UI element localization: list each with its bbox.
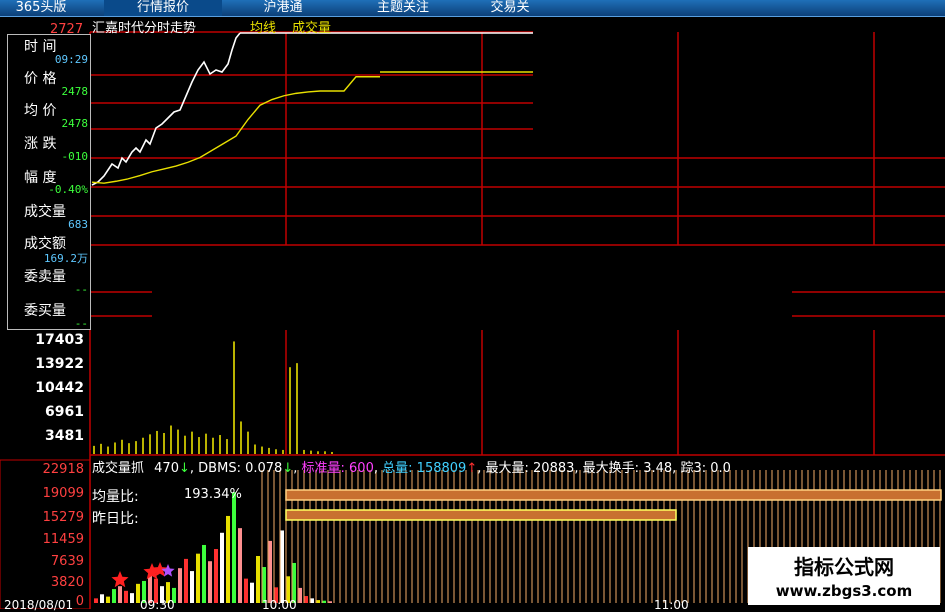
indicator-bar bbox=[208, 561, 212, 603]
volume-tick: 10442 bbox=[35, 380, 84, 396]
max-volume-label: 最大量: bbox=[485, 461, 529, 476]
indicator-tick: 11459 bbox=[42, 532, 84, 547]
yesterday-ratio-label: 昨日比: bbox=[92, 511, 139, 527]
indicator-bar bbox=[232, 492, 236, 603]
avg-ratio-value: 193.34% bbox=[184, 487, 242, 502]
max-turnover-label: 最大换手: bbox=[582, 461, 640, 476]
legend-volume: 成交量 bbox=[292, 21, 332, 36]
indicator-tick: 3820 bbox=[50, 575, 84, 590]
indicator-bar bbox=[226, 515, 230, 603]
indicator-tick: 22918 bbox=[42, 462, 84, 477]
standard-label: 标准量: bbox=[301, 461, 345, 476]
up-arrow-icon: ↑ bbox=[466, 461, 478, 476]
track-label: 踪3: bbox=[680, 461, 707, 476]
time-axis-label: 2018/08/01 bbox=[4, 598, 74, 612]
indicator-bar bbox=[94, 598, 98, 603]
watermark: 指标公式网 www.zbgs3.com bbox=[748, 547, 940, 605]
watermark-title: 指标公式网 bbox=[794, 555, 894, 579]
standard-value: 600 bbox=[349, 461, 374, 476]
info-ask-label: 委卖量 bbox=[24, 269, 66, 285]
indicator-bar bbox=[178, 568, 182, 603]
info-price-label: 价 格 bbox=[24, 71, 57, 87]
chart-title: 汇嘉时代分时走势 bbox=[92, 21, 197, 36]
info-ask-value: -- bbox=[74, 283, 88, 296]
info-avg-value: 2478 bbox=[61, 117, 89, 130]
indicator-bar bbox=[250, 582, 254, 603]
info-price-value: 2478 bbox=[61, 85, 89, 98]
info-vol-value: 683 bbox=[68, 218, 88, 231]
info-amount-value: 169.2万 bbox=[43, 252, 88, 265]
crosshair-info-box: 时 间 09:29 价 格 2478 均 价 2478 涨 跌 -010 幅 度… bbox=[7, 34, 91, 330]
indicator-bar bbox=[112, 589, 116, 603]
indicator-bar bbox=[220, 532, 224, 603]
dbms-label: DBMS: bbox=[198, 461, 241, 476]
avg-price-line bbox=[91, 76, 380, 184]
indicator-tick: 19099 bbox=[42, 486, 84, 501]
time-axis-label: 11:00 bbox=[654, 598, 689, 612]
down-arrow-icon: ↓ bbox=[282, 461, 294, 476]
indicator-bar bbox=[196, 553, 200, 603]
info-bid-label: 委买量 bbox=[24, 303, 66, 319]
volume-tick: 3481 bbox=[45, 428, 84, 444]
volume-tick: 17403 bbox=[35, 332, 84, 348]
indicator-name: 成交量抓 bbox=[92, 461, 145, 476]
max-turnover-value: 3.48 bbox=[643, 461, 673, 476]
indicator-bar bbox=[118, 586, 122, 603]
info-vol-label: 成交量 bbox=[24, 204, 66, 220]
dbms-value: 0.078 bbox=[245, 461, 283, 476]
info-change-value: -010 bbox=[61, 150, 89, 163]
indicator-bar bbox=[190, 571, 194, 603]
indicator-tick: 15279 bbox=[42, 510, 84, 525]
volume-tick: 13922 bbox=[35, 356, 84, 372]
info-change-label: 涨 跌 bbox=[24, 136, 57, 152]
indicator-bar bbox=[100, 594, 104, 603]
total-label: 总量: bbox=[382, 461, 413, 476]
indicator-bar bbox=[106, 596, 110, 603]
volume-tick: 6961 bbox=[45, 404, 84, 420]
total-value: 158809 bbox=[416, 461, 467, 476]
indicator-bar bbox=[202, 544, 206, 603]
info-time-value: 09:29 bbox=[54, 53, 88, 66]
info-avg-label: 均 价 bbox=[24, 103, 57, 119]
indicator-bar bbox=[244, 578, 248, 603]
avg-ratio-label: 均量比: bbox=[92, 489, 139, 505]
legend-avg-line: 均线 bbox=[250, 21, 277, 36]
chart-canvas bbox=[0, 31, 945, 609]
indicator-bar bbox=[124, 590, 128, 603]
info-time-label: 时 间 bbox=[24, 39, 57, 55]
price-lines bbox=[91, 32, 533, 186]
max-volume-value: 20883 bbox=[533, 461, 575, 476]
watermark-url: www.zbgs3.com bbox=[775, 582, 913, 600]
indicator-tick: 7639 bbox=[50, 554, 84, 569]
indicator-bar bbox=[130, 593, 134, 603]
indicator-bar bbox=[238, 528, 242, 603]
volume-bars bbox=[93, 341, 333, 454]
indicator-value1: 470 bbox=[154, 461, 179, 476]
stock-chart-screen: 365头版 行情报价 沪港通 主题关注 交易关 汇嘉时代分时走势 均线 成交量 … bbox=[0, 0, 945, 612]
track-value: 0.0 bbox=[710, 461, 731, 476]
indicator-status-line: 成交量抓 470↓, DBMS: 0.078↓, 标准量: 600, 总量: 1… bbox=[92, 461, 731, 476]
indicator-bar bbox=[184, 558, 188, 603]
time-axis-label: 09:30 bbox=[140, 598, 175, 612]
avg-ratio-bar bbox=[285, 489, 942, 501]
indicator-bar bbox=[214, 549, 218, 603]
down-arrow-icon: ↓ bbox=[178, 461, 190, 476]
info-pct-value: -0.40% bbox=[48, 183, 88, 196]
red-star-icon bbox=[111, 571, 129, 588]
yesterday-ratio-bar bbox=[285, 509, 677, 521]
info-bid-value: -- bbox=[74, 317, 88, 330]
price-line bbox=[91, 32, 241, 186]
time-axis-label: 10:00 bbox=[262, 598, 297, 612]
indicator-bar bbox=[256, 555, 260, 603]
